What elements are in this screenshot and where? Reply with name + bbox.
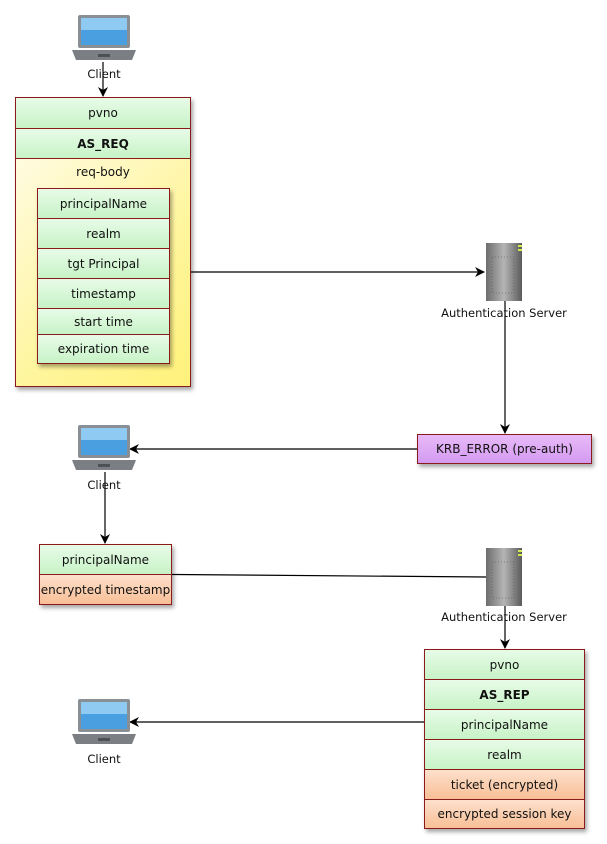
req-body-field: timestamp [38, 279, 169, 309]
as-rep-message: pvno AS_REP principalName realm ticket (… [424, 649, 585, 829]
server-icon [486, 243, 524, 301]
client-label-3: Client [87, 752, 121, 766]
req-body-field: start time [38, 309, 169, 335]
as-rep-field: principalName [425, 710, 584, 740]
client-label-2: Client [87, 478, 121, 492]
as-rep-field: pvno [425, 650, 584, 680]
preauth-field-encrypted-timestamp: encrypted timestamp [40, 575, 171, 604]
as-label-2: Authentication Server [441, 610, 567, 624]
as-req-field-pvno: pvno [16, 98, 190, 129]
client-label-1: Client [87, 67, 121, 81]
as-rep-field-encrypted: encrypted session key [425, 800, 584, 828]
req-body-field: principalName [38, 189, 169, 219]
preauth-message: principalName encrypted timestamp [39, 544, 172, 605]
as-label-1: Authentication Server [441, 306, 567, 320]
server-icon [486, 548, 524, 606]
as-rep-field: AS_REP [425, 680, 584, 710]
as-req-field-type: AS_REQ [16, 129, 190, 159]
req-body-field: expiration time [38, 335, 169, 363]
as-rep-field-encrypted: ticket (encrypted) [425, 770, 584, 800]
req-body-container: req-body principalName realm tgt Princip… [16, 159, 190, 386]
req-body-field: tgt Principal [38, 249, 169, 279]
req-body-field: realm [38, 219, 169, 249]
krb-error-label: KRB_ERROR (pre-auth) [436, 442, 573, 456]
preauth-field-principal: principalName [40, 545, 171, 575]
as-req-message: pvno AS_REQ req-body principalName realm… [15, 97, 191, 387]
laptop-icon [70, 14, 138, 62]
req-body-label: req-body [76, 165, 130, 179]
as-rep-field: realm [425, 740, 584, 770]
laptop-icon [70, 424, 138, 472]
krb-error-message: KRB_ERROR (pre-auth) [417, 434, 592, 464]
req-body-fields: principalName realm tgt Principal timest… [37, 188, 170, 364]
laptop-icon [70, 698, 138, 746]
